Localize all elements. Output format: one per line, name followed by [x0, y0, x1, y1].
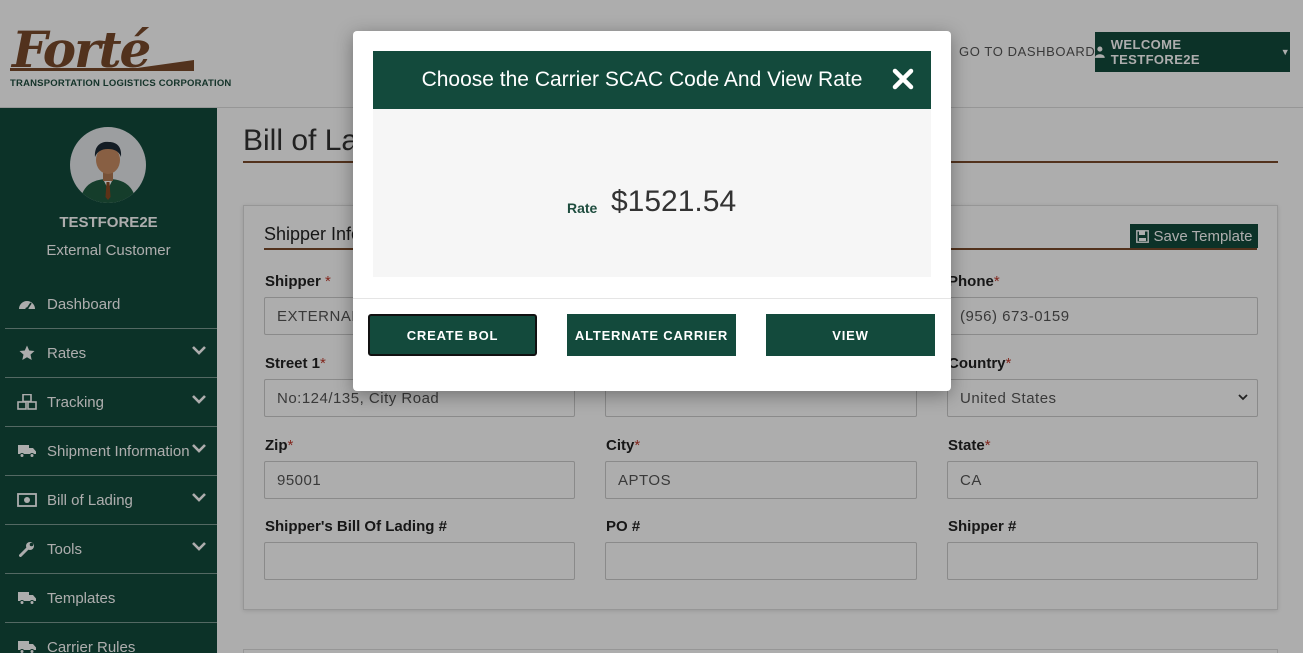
close-icon[interactable] — [891, 67, 915, 91]
modal-footer-divider — [353, 298, 951, 299]
modal-body: Rate $1521.54 — [373, 109, 931, 277]
view-button[interactable]: VIEW — [766, 314, 935, 356]
rate-value: $1521.54 — [611, 185, 737, 218]
rate-modal: Choose the Carrier SCAC Code And View Ra… — [353, 31, 951, 391]
modal-title: Choose the Carrier SCAC Code And View Ra… — [421, 68, 863, 91]
create-bol-button[interactable]: CREATE BOL — [368, 314, 537, 356]
modal-header: Choose the Carrier SCAC Code And View Ra… — [373, 51, 931, 109]
alternate-carrier-button[interactable]: ALTERNATE CARRIER — [567, 314, 736, 356]
rate-label: Rate — [567, 200, 598, 216]
